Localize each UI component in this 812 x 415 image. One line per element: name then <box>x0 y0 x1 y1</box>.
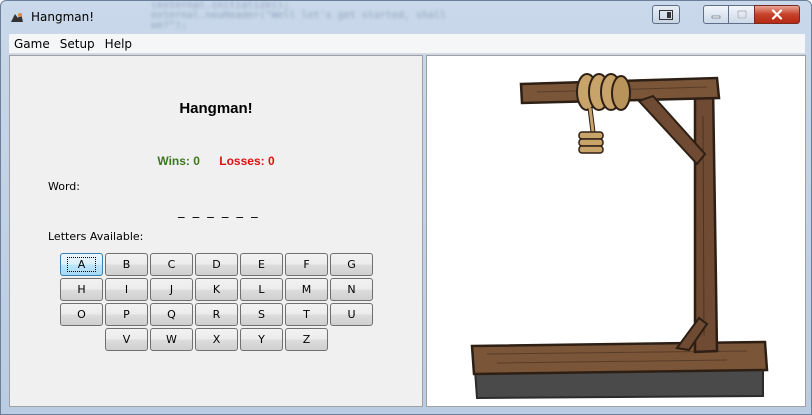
wins-count: Wins: 0 <box>157 154 200 168</box>
letter-label: M <box>301 283 312 296</box>
word-blanks: _ _ _ _ _ _ <box>178 204 260 219</box>
close-icon <box>771 9 783 20</box>
letter-button-c[interactable]: C <box>150 253 193 276</box>
gallows-icon <box>470 73 769 400</box>
letter-button-x[interactable]: X <box>195 328 238 351</box>
letter-button-m[interactable]: M <box>285 278 328 301</box>
letter-button-b[interactable]: B <box>105 253 148 276</box>
letter-button-t[interactable]: T <box>285 303 328 326</box>
letter-button-p[interactable]: P <box>105 303 148 326</box>
menu-help[interactable]: Help <box>100 37 137 51</box>
letter-label: B <box>122 258 131 271</box>
letter-label: J <box>169 283 174 296</box>
minimize-icon <box>711 15 721 18</box>
maximize-icon <box>736 10 747 19</box>
menu-setup[interactable]: Setup <box>55 37 100 51</box>
letter-button-g[interactable]: G <box>330 253 373 276</box>
letter-button-q[interactable]: Q <box>150 303 193 326</box>
letters-label: Letters Available: <box>48 230 144 243</box>
letter-label: N <box>347 283 356 296</box>
snap-icon <box>659 9 673 20</box>
window-title: Hangman! <box>31 10 95 24</box>
letter-button-r[interactable]: R <box>195 303 238 326</box>
game-title: Hangman! <box>179 100 253 117</box>
letter-label: H <box>77 283 86 296</box>
gallows-panel <box>426 55 806 407</box>
letter-label: Q <box>167 308 176 321</box>
letter-button-n[interactable]: N <box>330 278 373 301</box>
letter-button-o[interactable]: O <box>60 303 103 326</box>
menu-game[interactable]: Game <box>9 37 55 51</box>
blurred-line-2: external.neuHeader("Well let's get start… <box>151 10 447 31</box>
letter-button-u[interactable]: U <box>330 303 373 326</box>
game-panel: Hangman! Wins: 0 Losses: 0 Word: _ _ _ _… <box>9 55 423 407</box>
letter-button-e[interactable]: E <box>240 253 283 276</box>
letter-label: C <box>167 258 176 271</box>
letter-button-z[interactable]: Z <box>285 328 328 351</box>
letter-button-h[interactable]: H <box>60 278 103 301</box>
letter-button-v[interactable]: V <box>105 328 148 351</box>
letter-label: S <box>258 308 265 321</box>
letter-label: I <box>124 283 129 296</box>
letter-button-w[interactable]: W <box>150 328 193 351</box>
letter-label: L <box>258 283 265 296</box>
letter-button-i[interactable]: I <box>105 278 148 301</box>
letter-button-f[interactable]: F <box>285 253 328 276</box>
letter-label: E <box>258 258 265 271</box>
letter-label: D <box>212 258 221 271</box>
letter-label: V <box>122 333 131 346</box>
letter-label: K <box>212 283 221 296</box>
letter-label: X <box>212 333 221 346</box>
maximize-button[interactable] <box>728 5 755 24</box>
letter-button-l[interactable]: L <box>240 278 283 301</box>
app-window: Hangman! (external.initialize(); externa… <box>0 0 812 415</box>
letter-label: Y <box>258 333 265 346</box>
score-row: Wins: 0 Losses: 0 <box>10 154 422 168</box>
letter-label: A <box>66 257 97 272</box>
letter-button-d[interactable]: D <box>195 253 238 276</box>
letter-label: W <box>166 333 177 346</box>
letter-button-a[interactable]: A <box>60 253 103 276</box>
word-label: Word: <box>48 180 80 193</box>
letter-button-y[interactable]: Y <box>240 328 283 351</box>
letter-label: F <box>303 258 310 271</box>
close-button[interactable] <box>754 5 800 24</box>
app-icon <box>11 13 23 22</box>
letter-label: U <box>347 308 356 321</box>
letter-label: G <box>347 258 356 271</box>
snap-button[interactable] <box>652 5 680 24</box>
letter-button-j[interactable]: J <box>150 278 193 301</box>
minimize-button[interactable] <box>703 5 729 24</box>
letter-label: P <box>123 308 130 321</box>
letter-label: Z <box>302 333 311 346</box>
letter-label: O <box>77 308 86 321</box>
menu-bar: Game Setup Help <box>9 34 805 54</box>
title-bar[interactable]: Hangman! (external.initialize(); externa… <box>1 1 811 33</box>
losses-count: Losses: 0 <box>219 154 275 168</box>
letter-button-s[interactable]: S <box>240 303 283 326</box>
letter-button-k[interactable]: K <box>195 278 238 301</box>
letter-label: R <box>212 308 221 321</box>
letter-label: T <box>303 308 310 321</box>
background-window-text: (external.initialize(); external.neuHead… <box>151 1 451 31</box>
